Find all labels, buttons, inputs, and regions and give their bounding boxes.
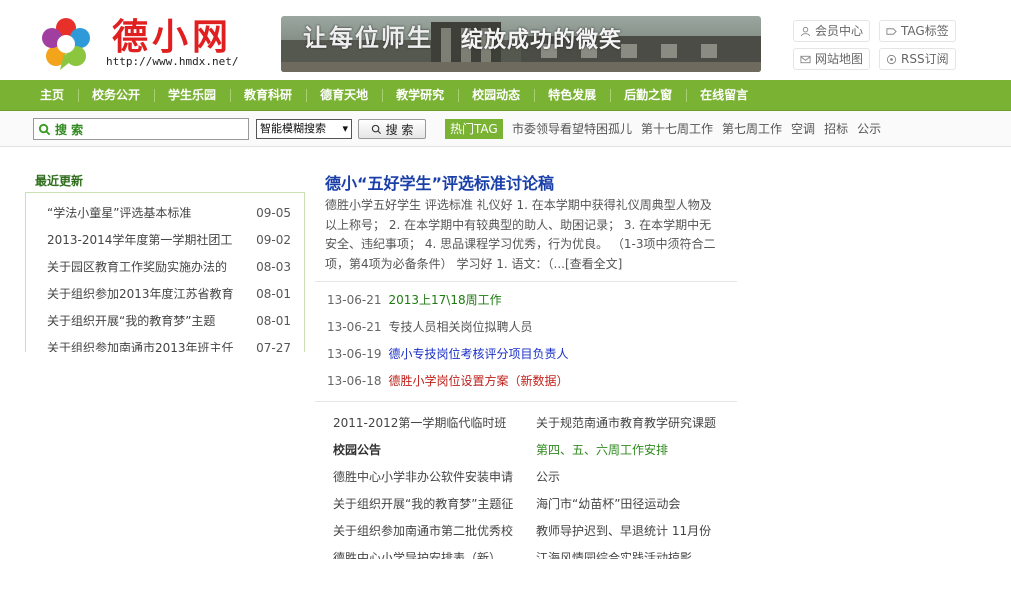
tag-icon: [886, 27, 897, 35]
list-item[interactable]: 关于组织开展“我的教育梦”主题 08-01: [47, 311, 291, 331]
tag-link-label: TAG标签: [901, 24, 949, 38]
member-center-label: 会员中心: [815, 24, 864, 38]
flower-logo-icon: [42, 18, 90, 70]
magnifier-icon: [371, 124, 381, 134]
recent-updates-title: 最近更新: [35, 174, 84, 188]
featured-article-title[interactable]: 德小“五好学生”评选标准讨论稿: [325, 170, 554, 194]
banner-slogan-right: 绽放成功的微笑: [461, 27, 623, 53]
grid-item[interactable]: 海门市“幼苗杯”田径运动会: [536, 494, 726, 514]
list-item-title[interactable]: 关于园区教育工作奖励实施办法的: [47, 257, 247, 277]
list-item-date: 09-05: [256, 206, 291, 220]
nav-item-campus-news[interactable]: 校园动态: [458, 80, 534, 111]
main-nav: 主页 校务公开 学生乐园 教育科研 德育天地 教学研究 校园动态 特色发展 后勤…: [0, 80, 1011, 111]
list-item[interactable]: 2013-2014学年度第一学期社团工 09-02: [47, 230, 291, 250]
grid-item[interactable]: 公示: [536, 467, 726, 487]
banner-slogan-left: 让每位师生: [303, 23, 433, 52]
news-item[interactable]: 13-06-21 专技人员相关岗位拟聘人员: [327, 317, 532, 337]
user-icon: [800, 26, 811, 36]
hot-tag[interactable]: 市委领导看望特困孤儿: [512, 119, 632, 139]
list-item[interactable]: 关于组织参加南通市2013年班主任 07-27: [47, 338, 291, 352]
announcements-grid: 2011-2012第一学期临代临时班 校园公告 德胜中心小学非办公软件安装申请 …: [333, 413, 733, 559]
grid-item[interactable]: 关于组织参加南通市第二批优秀校: [333, 521, 523, 541]
hot-tag-label: 热门TAG: [445, 119, 503, 139]
list-item-date: 07-27: [256, 341, 291, 352]
nav-item-home[interactable]: 主页: [26, 80, 78, 111]
search-placeholder: 搜 索: [55, 122, 84, 137]
list-item-date: 08-01: [256, 314, 291, 328]
hot-tag-list: 市委领导看望特困孤儿 第十七周工作 第七周工作 空调 招标 公示: [512, 119, 881, 139]
list-item-date: 08-03: [256, 260, 291, 274]
search-icon: [38, 123, 51, 135]
list-item[interactable]: 关于组织参加2013年度江苏省教育 08-01: [47, 284, 291, 304]
nav-item-moral-education[interactable]: 德育天地: [306, 80, 382, 111]
nav-item-teaching-research[interactable]: 教学研究: [382, 80, 458, 111]
hot-tag[interactable]: 招标: [824, 119, 848, 139]
news-title[interactable]: 德胜小学岗位设置方案（新数据）: [388, 371, 568, 391]
news-item[interactable]: 13-06-19 德小专技岗位考核评分项目负责人: [327, 344, 568, 364]
news-item[interactable]: 13-06-21 2013上17\18周工作: [327, 290, 502, 310]
hot-tag[interactable]: 第十七周工作: [641, 119, 713, 139]
search-bar: 搜 索 智能模糊搜索 搜 索 热门TAG 市委领导看望特困孤儿 第十七周工作 第…: [0, 111, 1011, 147]
search-button[interactable]: 搜 索: [358, 119, 426, 139]
list-item[interactable]: “学法小童星”评选基本标准 09-05: [47, 203, 291, 223]
rss-icon: [886, 54, 897, 64]
sitemap-label: 网站地图: [815, 52, 864, 66]
site-logo[interactable]: 德小网 http://www.hmdx.net/: [40, 14, 240, 72]
rss-link[interactable]: RSS订阅: [879, 48, 956, 70]
news-date: 13-06-19: [327, 347, 382, 361]
grid-item[interactable]: 校园公告: [333, 440, 523, 460]
grid-item[interactable]: 教师导护迟到、早退统计 11月份: [536, 521, 726, 541]
grid-item[interactable]: 关于规范南通市教育教学研究课题: [536, 413, 726, 433]
nav-item-featured[interactable]: 特色发展: [534, 80, 610, 111]
list-item-title[interactable]: 2013-2014学年度第一学期社团工: [47, 230, 247, 250]
news-date: 13-06-21: [327, 293, 382, 307]
sitemap-link[interactable]: 网站地图: [793, 48, 871, 70]
rss-label: RSS订阅: [901, 52, 949, 66]
news-title[interactable]: 德小专技岗位考核评分项目负责人: [388, 344, 568, 364]
nav-item-school-affairs[interactable]: 校务公开: [78, 80, 154, 111]
grid-item[interactable]: 德胜中心小学非办公软件安装申请: [333, 467, 523, 487]
grid-item[interactable]: 第四、五、六周工作安排: [536, 440, 726, 460]
member-center-link[interactable]: 会员中心: [793, 20, 871, 42]
grid-item[interactable]: 江海风情园综合实践活动掠影: [536, 548, 726, 559]
divider: [315, 281, 737, 282]
site-header: 德小网 http://www.hmdx.net/ 让每位师生 绽放成功的微笑 会…: [0, 0, 1011, 80]
news-date: 13-06-21: [327, 320, 382, 334]
hot-tag[interactable]: 空调: [791, 119, 815, 139]
nav-item-logistics[interactable]: 后勤之窗: [610, 80, 686, 111]
news-title[interactable]: 专技人员相关岗位拟聘人员: [388, 317, 532, 337]
recent-updates-list: “学法小童星”评选基本标准 09-05 2013-2014学年度第一学期社团工 …: [25, 192, 305, 352]
hot-tag[interactable]: 第七周工作: [722, 119, 782, 139]
list-item-title[interactable]: 关于组织参加南通市2013年班主任: [47, 338, 247, 352]
news-date: 13-06-18: [327, 374, 382, 388]
grid-item[interactable]: 关于组织开展“我的教育梦”主题征: [333, 494, 523, 514]
hot-tag[interactable]: 公示: [857, 119, 881, 139]
search-input[interactable]: 搜 索: [33, 118, 249, 140]
list-item-title[interactable]: 关于组织参加2013年度江苏省教育: [47, 284, 247, 304]
map-icon: [800, 55, 811, 63]
search-mode-select[interactable]: 智能模糊搜索: [256, 119, 352, 139]
logo-title: 德小网: [112, 16, 233, 58]
header-banner: 让每位师生 绽放成功的微笑: [281, 16, 761, 72]
featured-article-summary: 德胜小学五好学生 评选标准 礼仪好 1. 在本学期中获得礼仪周典型人物及以上称号…: [325, 198, 716, 271]
news-title[interactable]: 2013上17\18周工作: [388, 290, 501, 310]
list-item-date: 08-01: [256, 287, 291, 301]
nav-item-research[interactable]: 教育科研: [230, 80, 306, 111]
grid-item[interactable]: 2011-2012第一学期临代临时班: [333, 413, 523, 433]
divider: [315, 401, 737, 402]
logo-url: http://www.hmdx.net/: [106, 55, 239, 68]
search-button-label: 搜 索: [385, 122, 414, 137]
list-item-title[interactable]: 关于组织开展“我的教育梦”主题: [47, 311, 247, 331]
list-item-title[interactable]: “学法小童星”评选基本标准: [47, 203, 247, 223]
news-item[interactable]: 13-06-18 德胜小学岗位设置方案（新数据）: [327, 371, 568, 391]
nav-item-guestbook[interactable]: 在线留言: [686, 80, 762, 111]
tag-link[interactable]: TAG标签: [879, 20, 956, 42]
nav-item-student-park[interactable]: 学生乐园: [154, 80, 230, 111]
grid-item[interactable]: 德胜中心小学导护安排表（新）: [333, 548, 523, 559]
nav-items: 主页 校务公开 学生乐园 教育科研 德育天地 教学研究 校园动态 特色发展 后勤…: [26, 80, 762, 111]
list-item[interactable]: 关于园区教育工作奖励实施办法的 08-03: [47, 257, 291, 277]
list-item-date: 09-02: [256, 233, 291, 247]
